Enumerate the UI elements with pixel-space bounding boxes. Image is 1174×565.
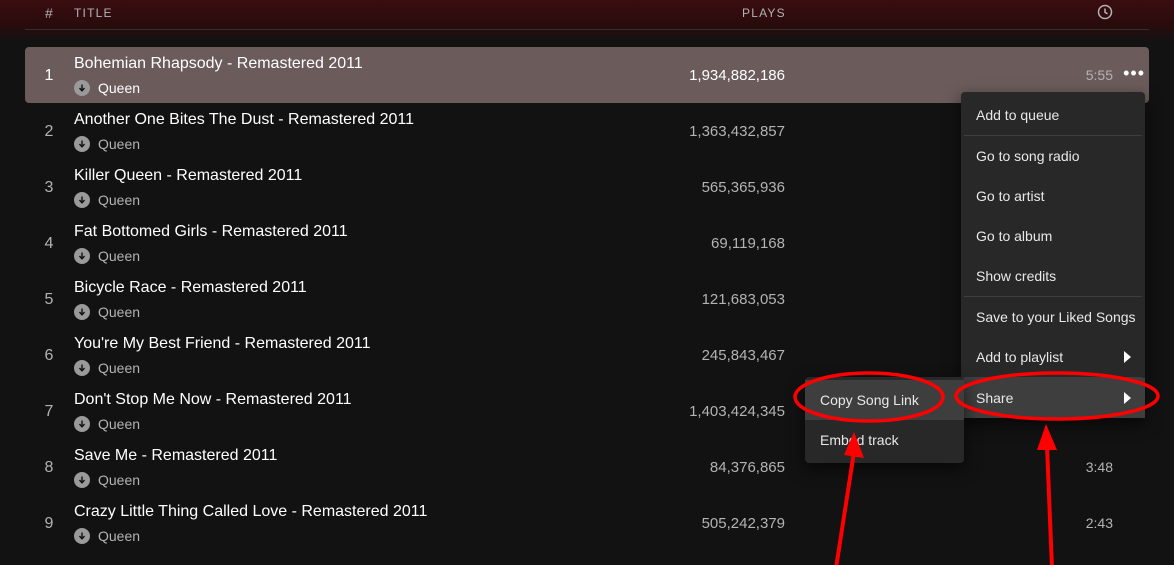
menu-item-share[interactable]: Share [961,378,1145,418]
track-plays: 1,363,432,857 [689,123,785,140]
track-number: 4 [44,235,54,252]
track-artist[interactable]: Queen [98,136,140,152]
header-title: TITLE [74,6,113,20]
track-plays: 505,242,379 [701,515,785,532]
tracklist-header: # TITLE PLAYS [0,0,1174,30]
track-artist-line: Queen [74,136,140,152]
track-title[interactable]: Killer Queen - Remastered 2011 [74,167,302,185]
submenu-arrow-icon [1124,392,1131,404]
track-plays: 1,403,424,345 [689,403,785,420]
track-plays: 84,376,865 [709,459,785,476]
track-artist-line: Queen [74,80,140,96]
track-number: 8 [44,459,54,476]
track-number: 1 [44,67,54,84]
track-number: 7 [44,403,54,420]
downloaded-icon [74,416,90,432]
menu-item-song-radio[interactable]: Go to song radio [961,136,1145,176]
track-artist-line: Queen [74,472,140,488]
track-title[interactable]: Save Me - Remastered 2011 [74,447,277,465]
context-menu: Add to queue Go to song radio Go to arti… [961,92,1145,418]
track-artist[interactable]: Queen [98,528,140,544]
downloaded-icon [74,192,90,208]
track-plays: 245,843,467 [701,347,785,364]
menu-item-go-to-album[interactable]: Go to album [961,216,1145,256]
track-plays: 565,365,936 [701,179,785,196]
track-artist[interactable]: Queen [98,304,140,320]
track-artist-line: Queen [74,192,140,208]
menu-item-add-to-playlist[interactable]: Add to playlist [961,337,1145,377]
menu-item-label: Share [976,390,1014,406]
downloaded-icon [74,248,90,264]
downloaded-icon [74,136,90,152]
track-number: 5 [44,291,54,308]
downloaded-icon [74,360,90,376]
menu-item-copy-song-link[interactable]: Copy Song Link [805,380,964,420]
track-artist-line: Queen [74,528,140,544]
track-artist-line: Queen [74,360,140,376]
track-title[interactable]: Another One Bites The Dust - Remastered … [74,111,414,129]
header-plays: PLAYS [742,6,786,20]
track-artist-line: Queen [74,248,140,264]
track-number: 2 [44,123,54,140]
track-duration: 3:48 [1085,459,1113,475]
track-artist[interactable]: Queen [98,248,140,264]
menu-item-embed-track[interactable]: Embed track [805,420,964,460]
track-artist[interactable]: Queen [98,192,140,208]
track-artist[interactable]: Queen [98,80,140,96]
track-row[interactable]: 9 Crazy Little Thing Called Love - Remas… [25,495,1149,551]
downloaded-icon [74,304,90,320]
clock-icon [1097,4,1113,23]
track-number: 6 [44,347,54,364]
menu-item-add-to-queue[interactable]: Add to queue [961,95,1145,135]
menu-item-go-to-artist[interactable]: Go to artist [961,176,1145,216]
track-number: 9 [44,515,54,532]
track-title[interactable]: You're My Best Friend - Remastered 2011 [74,335,371,353]
track-plays: 69,119,168 [711,235,785,252]
more-options-button[interactable]: ••• [1123,63,1145,84]
track-title[interactable]: Crazy Little Thing Called Love - Remaste… [74,503,427,521]
track-artist[interactable]: Queen [98,472,140,488]
downloaded-icon [74,528,90,544]
track-plays: 1,934,882,186 [689,67,785,84]
share-submenu: Copy Song Link Embed track [805,377,964,463]
track-artist[interactable]: Queen [98,360,140,376]
track-title[interactable]: Fat Bottomed Girls - Remastered 2011 [74,223,348,241]
menu-item-show-credits[interactable]: Show credits [961,256,1145,296]
track-plays: 121,683,053 [701,291,785,308]
header-divider [25,29,1149,30]
track-title[interactable]: Bohemian Rhapsody - Remastered 2011 [74,55,363,73]
submenu-arrow-icon [1124,351,1131,363]
menu-item-label: Add to playlist [976,349,1064,365]
track-number: 3 [44,179,54,196]
track-duration: 5:55 [1085,67,1113,83]
track-title[interactable]: Bicycle Race - Remastered 2011 [74,279,307,297]
downloaded-icon [74,80,90,96]
track-row[interactable]: 8 Save Me - Remastered 2011 Queen 84,376… [25,439,1149,495]
track-artist[interactable]: Queen [98,416,140,432]
menu-item-save-liked[interactable]: Save to your Liked Songs [961,297,1145,337]
header-number: # [45,5,54,21]
track-title[interactable]: Don't Stop Me Now - Remastered 2011 [74,391,352,409]
downloaded-icon [74,472,90,488]
track-artist-line: Queen [74,304,140,320]
track-artist-line: Queen [74,416,140,432]
track-duration: 2:43 [1085,515,1113,531]
